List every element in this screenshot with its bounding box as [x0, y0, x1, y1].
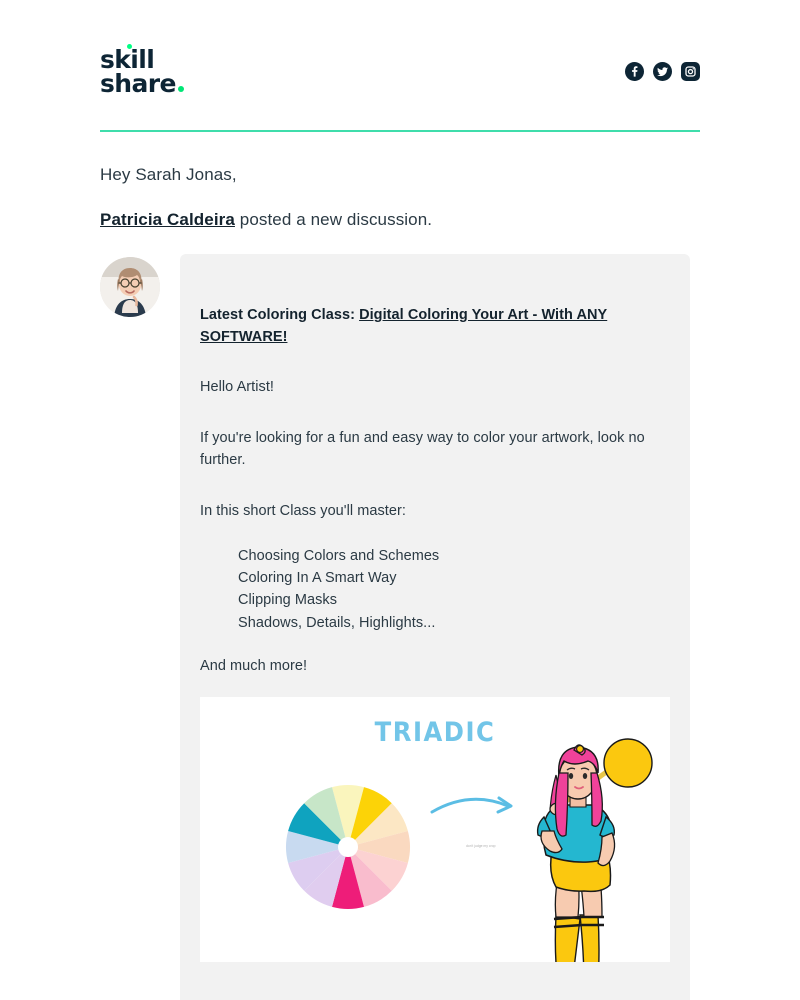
- social-links: [625, 61, 700, 81]
- discussion-paragraph-1: Hello Artist!: [200, 379, 274, 396]
- attached-image[interactable]: TRIADIC don't judge my crop: [200, 696, 670, 962]
- facebook-icon[interactable]: [625, 61, 644, 81]
- image-watermark: don't judge my crop: [466, 844, 496, 848]
- discussion-title: Latest Coloring Class: Digital Coloring …: [200, 304, 670, 348]
- logo-line-share: share: [100, 68, 184, 98]
- logo-period-dot-icon: [177, 85, 184, 92]
- logo-green-dot-icon: [126, 43, 132, 49]
- posted-notice: Patricia Caldeira posted a new discussio…: [100, 210, 432, 230]
- posted-suffix: posted a new discussion.: [234, 210, 433, 229]
- header-divider: [100, 130, 700, 132]
- class-topics-list: Choosing Colors and Schemes Coloring In …: [238, 545, 670, 634]
- list-item: Coloring In A Smart Way: [238, 570, 397, 587]
- discussion-title-prefix: Latest Coloring Class:: [200, 307, 360, 323]
- email-header: skill share: [100, 40, 700, 102]
- email-page: skill share Hey Sarah Jonas, Patricia Ca…: [0, 0, 800, 1000]
- discussion-paragraph-2: If you're looking for a fun and easy way…: [200, 429, 645, 468]
- list-item: Clipping Masks: [238, 592, 338, 609]
- greeting-text: Hey Sarah Jonas,: [100, 165, 237, 184]
- list-item: Choosing Colors and Schemes: [238, 548, 440, 565]
- discussion-paragraph-3: In this short Class you'll master:: [200, 503, 406, 520]
- twitter-icon[interactable]: [653, 61, 672, 81]
- logo-text-share: share: [100, 68, 176, 98]
- list-item: Shadows, Details, Highlights...: [238, 614, 436, 631]
- discussion-paragraph-4: And much more!: [200, 657, 308, 674]
- discussion-card: Latest Coloring Class: Digital Coloring …: [180, 254, 690, 1000]
- logo-line-skill: skill: [100, 43, 184, 72]
- avatar: [100, 257, 160, 317]
- instagram-icon[interactable]: [681, 61, 700, 81]
- author-link[interactable]: Patricia Caldeira: [100, 210, 235, 229]
- skillshare-logo[interactable]: skill share: [100, 43, 184, 98]
- svg-text:TRIADIC: TRIADIC: [375, 717, 496, 748]
